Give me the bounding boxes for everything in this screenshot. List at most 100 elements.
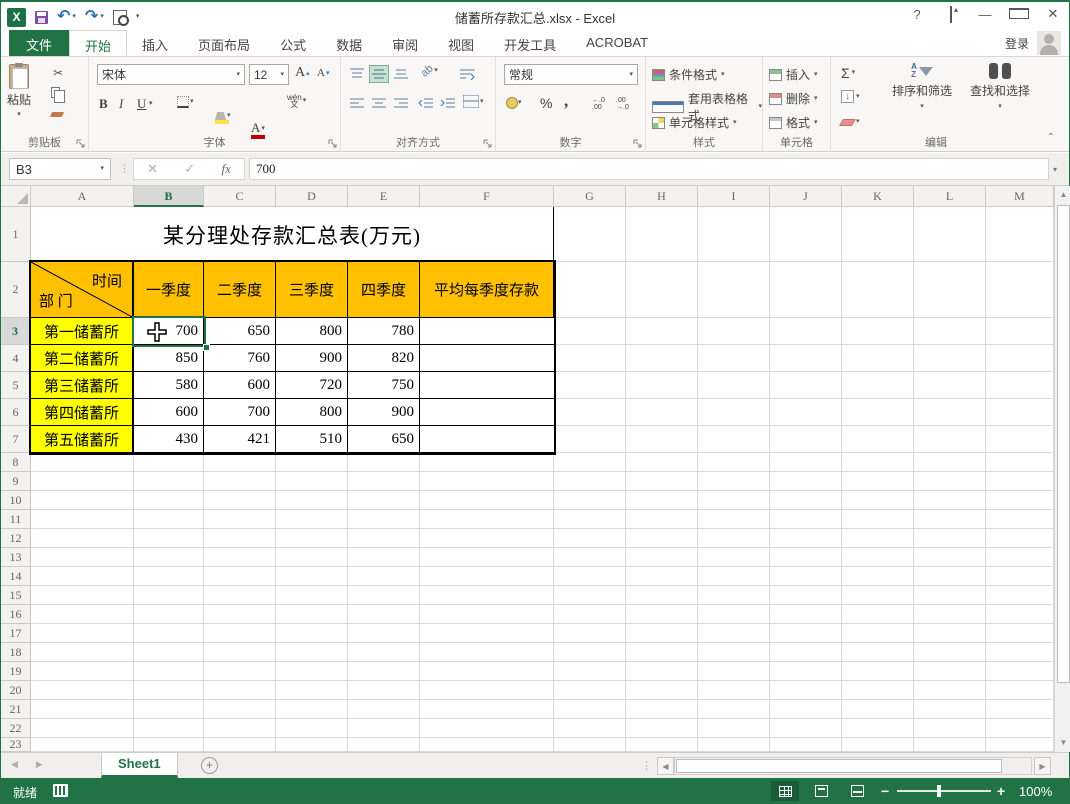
insert-function-icon[interactable]: fx [221, 161, 230, 177]
cell-E12[interactable] [348, 529, 420, 548]
column-header-E[interactable]: E [348, 186, 420, 207]
cell-F10[interactable] [420, 491, 554, 510]
name-box[interactable]: B3▾ [9, 158, 111, 180]
cell-D19[interactable] [276, 662, 348, 681]
cell-M1[interactable] [986, 207, 1054, 262]
cell-J22[interactable] [770, 719, 842, 738]
cell-L20[interactable] [914, 681, 986, 700]
row-header-19[interactable]: 19 [1, 662, 31, 681]
cell-H14[interactable] [626, 567, 698, 586]
cell-G2[interactable] [554, 262, 626, 318]
cell-E15[interactable] [348, 586, 420, 605]
cell-J8[interactable] [770, 453, 842, 472]
decrease-decimal-button[interactable]: .00→.0 [616, 97, 629, 111]
cell-I13[interactable] [698, 548, 770, 567]
cell-D13[interactable] [276, 548, 348, 567]
cell-D22[interactable] [276, 719, 348, 738]
cell-H12[interactable] [626, 529, 698, 548]
cell-H13[interactable] [626, 548, 698, 567]
cell-B21[interactable] [134, 700, 204, 719]
cell-J11[interactable] [770, 510, 842, 529]
cell-I20[interactable] [698, 681, 770, 700]
zoom-out-button[interactable]: − [881, 783, 889, 799]
cell-M22[interactable] [986, 719, 1054, 738]
align-left-button[interactable] [347, 95, 367, 113]
cell-L4[interactable] [914, 345, 986, 372]
cell-A3[interactable]: 第一储蓄所 [31, 318, 134, 345]
cell-M21[interactable] [986, 700, 1054, 719]
cell-C17[interactable] [204, 624, 276, 643]
view-page-layout-button[interactable] [807, 781, 835, 801]
cell-I16[interactable] [698, 605, 770, 624]
cell-A21[interactable] [31, 700, 134, 719]
tab-8[interactable]: 开发工具 [489, 30, 571, 56]
cell-D12[interactable] [276, 529, 348, 548]
cell-H23[interactable] [626, 738, 698, 752]
row-header-1[interactable]: 1 [1, 207, 31, 262]
tab-5[interactable]: 数据 [321, 30, 377, 56]
cell-E9[interactable] [348, 472, 420, 491]
cell-E8[interactable] [348, 453, 420, 472]
cell-B2-header[interactable]: 一季度 [134, 262, 204, 318]
tab-7[interactable]: 视图 [433, 30, 489, 56]
fill-handle[interactable] [203, 344, 210, 351]
cell-H9[interactable] [626, 472, 698, 491]
cell-C12[interactable] [204, 529, 276, 548]
cell-G4[interactable] [554, 345, 626, 372]
cell-J9[interactable] [770, 472, 842, 491]
cell-F23[interactable] [420, 738, 554, 752]
cell-I11[interactable] [698, 510, 770, 529]
row-header-5[interactable]: 5 [1, 372, 31, 399]
cell-L19[interactable] [914, 662, 986, 681]
close-icon[interactable]: ✕ [1043, 6, 1063, 22]
fill-button[interactable]: ↓▾ [841, 90, 860, 103]
cell-E21[interactable] [348, 700, 420, 719]
cell-J5[interactable] [770, 372, 842, 399]
scroll-up-icon[interactable]: ▲ [1056, 187, 1070, 203]
cell-M10[interactable] [986, 491, 1054, 510]
cell-B14[interactable] [134, 567, 204, 586]
cell-G11[interactable] [554, 510, 626, 529]
cell-C10[interactable] [204, 491, 276, 510]
cell-K15[interactable] [842, 586, 914, 605]
decrease-font-button[interactable]: A▾ [317, 67, 329, 79]
cell-B10[interactable] [134, 491, 204, 510]
cell-L6[interactable] [914, 399, 986, 426]
cell-C20[interactable] [204, 681, 276, 700]
cell-G8[interactable] [554, 453, 626, 472]
cell-H1[interactable] [626, 207, 698, 262]
cell-B16[interactable] [134, 605, 204, 624]
cell-H18[interactable] [626, 643, 698, 662]
cell-H7[interactable] [626, 426, 698, 453]
cell-M19[interactable] [986, 662, 1054, 681]
cell-M8[interactable] [986, 453, 1054, 472]
cell-K4[interactable] [842, 345, 914, 372]
cell-G17[interactable] [554, 624, 626, 643]
cell-M4[interactable] [986, 345, 1054, 372]
cell-E13[interactable] [348, 548, 420, 567]
cell-I8[interactable] [698, 453, 770, 472]
cell-B23[interactable] [134, 738, 204, 752]
cell-J4[interactable] [770, 345, 842, 372]
cell-K17[interactable] [842, 624, 914, 643]
cell-C18[interactable] [204, 643, 276, 662]
cell-J7[interactable] [770, 426, 842, 453]
cell-J6[interactable] [770, 399, 842, 426]
cell-M5[interactable] [986, 372, 1054, 399]
cell-F14[interactable] [420, 567, 554, 586]
cell-J23[interactable] [770, 738, 842, 752]
cell-E19[interactable] [348, 662, 420, 681]
cell-J17[interactable] [770, 624, 842, 643]
column-header-G[interactable]: G [554, 186, 626, 207]
view-page-break-button[interactable] [843, 781, 871, 801]
row-header-12[interactable]: 12 [1, 529, 31, 548]
cell-K20[interactable] [842, 681, 914, 700]
align-top-button[interactable] [347, 65, 367, 83]
cell-I21[interactable] [698, 700, 770, 719]
column-header-J[interactable]: J [770, 186, 842, 207]
row-header-17[interactable]: 17 [1, 624, 31, 643]
cell-M12[interactable] [986, 529, 1054, 548]
cell-H8[interactable] [626, 453, 698, 472]
scroll-right-icon[interactable]: ▶ [1034, 757, 1051, 775]
cell-G10[interactable] [554, 491, 626, 510]
